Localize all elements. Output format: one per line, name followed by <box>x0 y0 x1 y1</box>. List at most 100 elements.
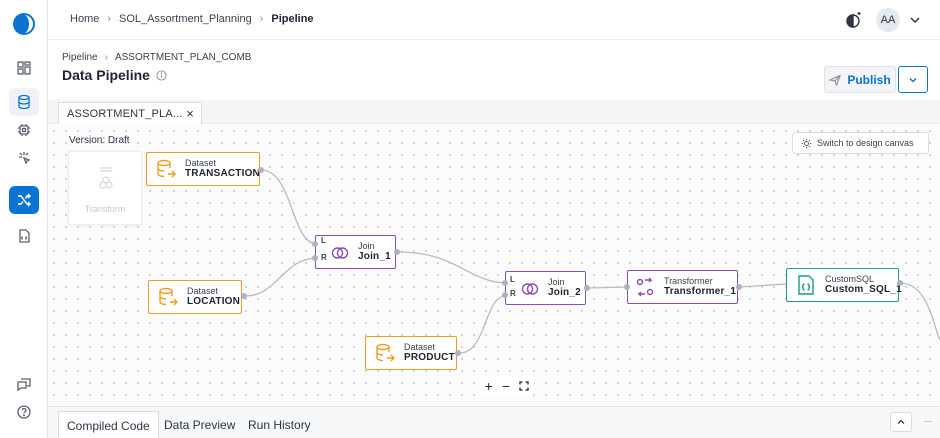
breadcrumb-current: Pipeline <box>271 13 314 25</box>
input-port-right[interactable] <box>502 292 508 298</box>
dashboard-nav-button[interactable] <box>9 54 39 82</box>
transform-icon <box>636 277 654 297</box>
grid-icon <box>17 61 31 75</box>
output-port[interactable] <box>584 285 590 291</box>
sub-breadcrumb-pipeline[interactable]: Pipeline <box>62 52 98 63</box>
data-nav-button[interactable] <box>9 88 39 116</box>
edge-join2-transformer1 <box>587 286 629 289</box>
output-port[interactable] <box>736 284 742 290</box>
chevron-up-icon <box>897 419 905 424</box>
node-type-label: Dataset <box>185 158 217 169</box>
node-name-label: TRANSACTION <box>185 168 260 180</box>
chevron-right-icon: › <box>259 13 264 25</box>
bottom-panel: Compiled Code Data Preview Run History <box>48 406 940 438</box>
node-dataset-location[interactable]: Dataset LOCATION <box>148 280 242 314</box>
feedback-nav-button[interactable] <box>9 370 39 398</box>
publish-button[interactable]: Publish <box>824 66 896 93</box>
app-logo-icon[interactable] <box>12 12 36 36</box>
node-dataset-transaction[interactable]: Dataset TRANSACTION <box>146 152 260 186</box>
breadcrumb: Home › SOL_Assortment_Planning › Pipelin… <box>70 13 314 25</box>
avatar[interactable]: AA <box>876 8 900 32</box>
left-nav-rail <box>0 0 48 438</box>
breadcrumb-project[interactable]: SOL_Assortment_Planning <box>119 13 252 25</box>
info-icon[interactable] <box>156 69 167 81</box>
theme-toggle-icon[interactable] <box>842 8 866 32</box>
node-type-label: Join <box>548 277 565 288</box>
chevron-right-icon: › <box>104 52 108 63</box>
chevron-right-icon: › <box>107 13 112 25</box>
node-join-1[interactable]: Join Join_1 <box>315 235 396 269</box>
input-port-right[interactable] <box>312 255 318 261</box>
database-icon <box>157 159 176 178</box>
input-port-left[interactable] <box>312 241 318 247</box>
close-icon[interactable]: × <box>186 106 194 121</box>
sparkle-cursor-icon <box>19 152 31 165</box>
page-title: Data Pipeline <box>62 67 150 83</box>
editor-tab-strip: ASSORTMENT_PLA... × <box>48 100 940 124</box>
minimize-icon[interactable] <box>924 421 932 422</box>
output-port[interactable] <box>241 293 247 299</box>
pipeline-file-tab[interactable]: ASSORTMENT_PLA... × <box>58 102 202 124</box>
output-port[interactable] <box>394 249 400 255</box>
node-type-label: Dataset <box>187 286 219 297</box>
chat-icon <box>17 378 31 392</box>
edge-location-join1 <box>244 257 318 297</box>
port-label-l: L <box>321 236 326 245</box>
edge-transformer1-sql1 <box>739 283 787 288</box>
zoom-controls: + − <box>480 376 534 396</box>
reports-nav-button[interactable] <box>9 222 39 250</box>
chip-icon <box>18 124 30 136</box>
database-icon <box>18 94 30 110</box>
node-name-label: PRODUCT <box>404 352 455 364</box>
edge-join1-join2 <box>397 251 509 284</box>
help-nav-button[interactable] <box>9 398 39 426</box>
node-type-label: CustomSQL <box>825 274 875 285</box>
node-dataset-product[interactable]: Dataset PRODUCT <box>365 336 457 370</box>
page-title-row: Data Pipeline <box>62 67 167 83</box>
node-name-label: LOCATION <box>187 296 241 308</box>
join-icon <box>521 283 539 295</box>
output-port[interactable] <box>258 167 264 173</box>
node-type-label: Dataset <box>404 342 436 353</box>
node-transformer-1[interactable]: Transformer Transformer_1 <box>627 270 738 304</box>
send-icon <box>829 73 842 86</box>
output-port[interactable] <box>455 350 461 356</box>
output-port[interactable] <box>897 280 903 286</box>
breadcrumb-home[interactable]: Home <box>70 13 99 25</box>
edge-transaction-join1 <box>260 169 318 245</box>
processor-nav-button[interactable] <box>9 116 39 144</box>
node-type-label: Join <box>358 241 375 252</box>
pipeline-nav-button[interactable] <box>9 186 39 214</box>
top-header: Home › SOL_Assortment_Planning › Pipelin… <box>48 0 940 40</box>
file-tab-label: ASSORTMENT_PLA... <box>67 107 183 120</box>
edge-sql1-out <box>899 282 940 341</box>
database-icon <box>159 287 178 306</box>
pipeline-canvas[interactable]: Version: Draft Transform Switch to desig… <box>48 125 940 405</box>
help-icon <box>17 405 31 419</box>
node-name-label: Custom_SQL_1 <box>825 284 902 296</box>
input-port[interactable] <box>624 284 630 290</box>
zoom-in-button[interactable]: + <box>485 378 493 394</box>
node-join-2[interactable]: Join Join_2 <box>505 271 586 305</box>
document-icon <box>19 229 30 243</box>
sub-breadcrumb-current: ASSORTMENT_PLAN_COMB <box>114 52 252 63</box>
join-icon <box>331 247 349 259</box>
port-label-r: R <box>321 253 327 262</box>
expand-panel-button[interactable] <box>890 412 912 432</box>
zoom-out-button[interactable]: − <box>502 378 510 394</box>
node-name-label: Join_1 <box>358 251 391 263</box>
input-port-left[interactable] <box>502 280 508 286</box>
node-name-label: Transformer_1 <box>664 286 737 298</box>
chevron-down-icon[interactable] <box>908 13 922 27</box>
ai-nav-button[interactable] <box>9 144 39 172</box>
tab-data-preview[interactable]: Data Preview <box>156 411 243 438</box>
tab-run-history[interactable]: Run History <box>240 411 319 438</box>
chevron-down-icon <box>909 77 917 82</box>
port-label-r: R <box>510 289 516 298</box>
tab-compiled-code[interactable]: Compiled Code <box>58 411 159 438</box>
publish-options-button[interactable] <box>898 66 928 93</box>
sub-breadcrumb: Pipeline › ASSORTMENT_PLAN_COMB <box>62 52 251 63</box>
node-custom-sql-1[interactable]: CustomSQL Custom_SQL_1 <box>786 268 902 302</box>
fit-screen-icon[interactable] <box>519 381 530 391</box>
publish-label: Publish <box>847 72 891 87</box>
